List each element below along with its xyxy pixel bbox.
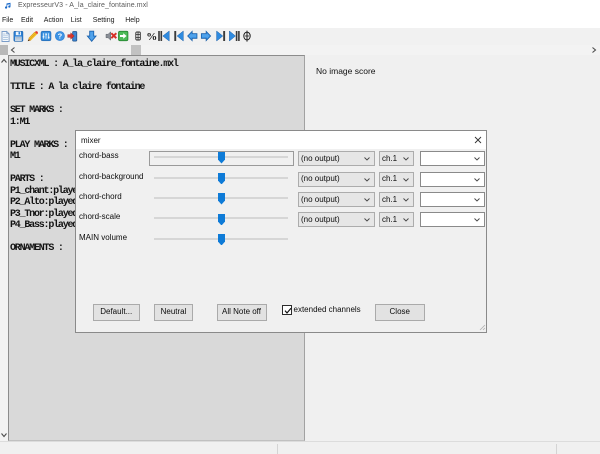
svg-text:%: % [146, 31, 157, 43]
svg-text:?: ? [58, 32, 63, 41]
